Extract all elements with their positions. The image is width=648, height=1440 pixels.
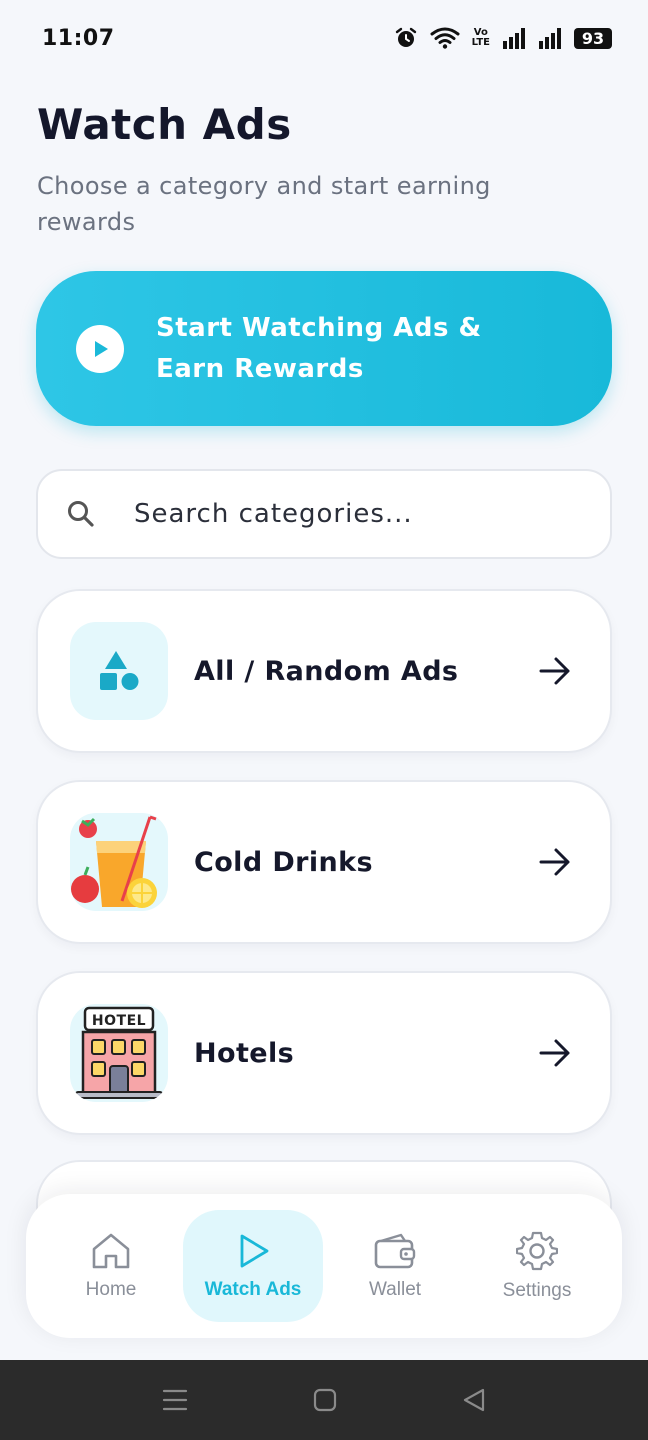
- hotel-icon: HOTEL: [70, 1004, 168, 1102]
- home-icon: [92, 1233, 130, 1269]
- status-icons: Vo LTE 93: [394, 26, 612, 50]
- status-bar: 11:07 Vo LTE 93: [0, 0, 648, 76]
- category-label: Hotels: [194, 1037, 295, 1069]
- nav-label: Watch Ads: [204, 1279, 302, 1300]
- search-input[interactable]: [134, 499, 554, 529]
- category-card-hotels[interactable]: HOTEL Hotels: [36, 971, 612, 1135]
- nav-settings[interactable]: Settings: [467, 1210, 607, 1322]
- battery-icon: 93: [574, 27, 612, 49]
- nav-wallet[interactable]: Wallet: [325, 1210, 465, 1322]
- signal-icon: [539, 28, 561, 49]
- nav-home[interactable]: Home: [41, 1210, 181, 1322]
- nav-label: Settings: [502, 1280, 572, 1301]
- play-icon: [76, 324, 124, 373]
- cold-drink-icon: [70, 813, 168, 911]
- shapes-icon: [70, 622, 168, 720]
- alarm-icon: [395, 27, 416, 47]
- hotel-sign-text: HOTEL: [91, 1013, 147, 1029]
- signal-icon: [503, 28, 525, 49]
- category-card-all-random[interactable]: All / Random Ads: [36, 589, 612, 753]
- back-triangle-icon[interactable]: [462, 1388, 486, 1412]
- bottom-nav: Home Watch Ads Wallet Settings: [26, 1194, 622, 1338]
- search-icon: [68, 501, 94, 527]
- cta-label: Start Watching Ads & Earn Rewards: [156, 312, 482, 384]
- menu-icon[interactable]: [162, 1388, 188, 1412]
- gear-icon: [516, 1231, 558, 1271]
- start-watching-button[interactable]: Start Watching Ads & Earn Rewards: [36, 271, 612, 426]
- home-square-icon[interactable]: [313, 1388, 337, 1412]
- search-box[interactable]: [36, 469, 612, 559]
- status-time: 11:07: [42, 25, 115, 51]
- wifi-icon: [430, 27, 460, 49]
- category-label: Cold Drinks: [194, 846, 373, 878]
- volte-icon: Vo LTE: [471, 27, 490, 48]
- category-label: All / Random Ads: [194, 655, 459, 687]
- system-nav-bar: [0, 1360, 648, 1440]
- arrow-right-icon: [539, 848, 570, 876]
- nav-label: Wallet: [368, 1279, 422, 1300]
- page-subtitle: Choose a category and start earning rewa…: [37, 172, 491, 236]
- nav-watch-ads[interactable]: Watch Ads: [183, 1210, 323, 1322]
- nav-label: Home: [85, 1279, 137, 1300]
- play-outline-icon: [240, 1234, 269, 1268]
- arrow-right-icon: [539, 1039, 570, 1067]
- page-title: Watch Ads: [37, 100, 292, 149]
- arrow-right-icon: [539, 657, 570, 685]
- wallet-icon: [374, 1233, 416, 1269]
- category-card-cold-drinks[interactable]: Cold Drinks: [36, 780, 612, 944]
